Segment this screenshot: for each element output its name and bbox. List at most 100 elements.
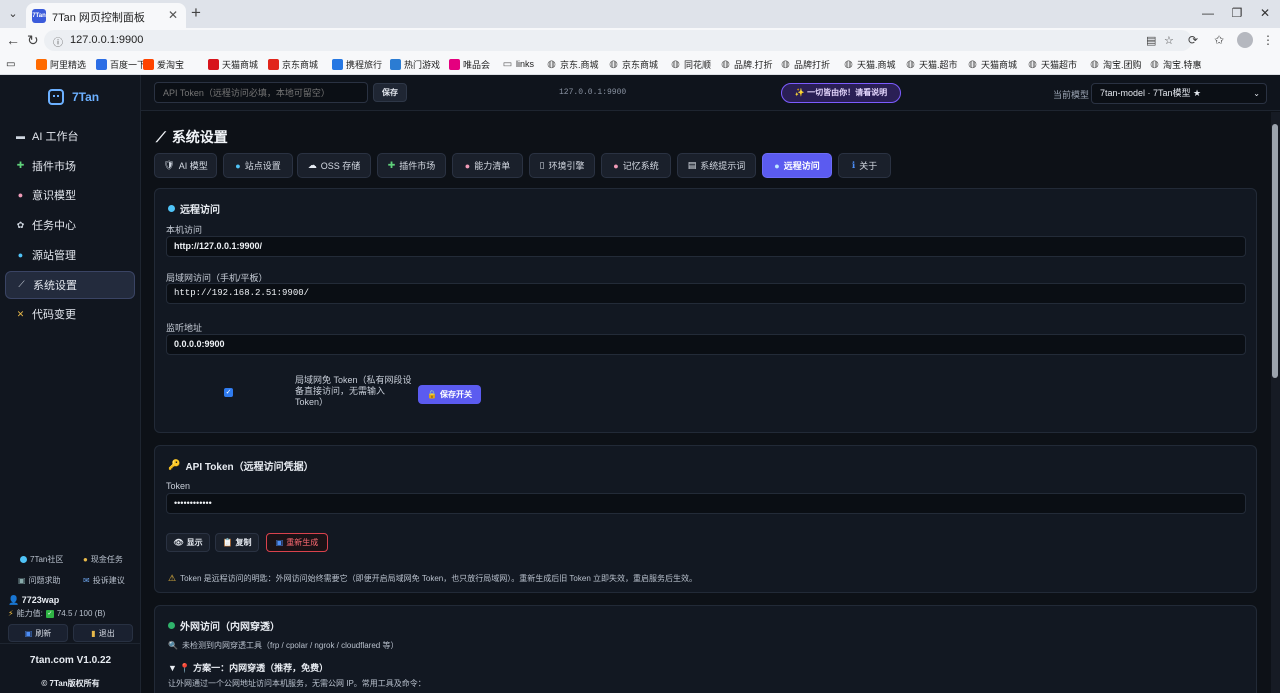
bookmark-item[interactable]: ◍ 天猫超市 <box>1027 57 1077 71</box>
bookmark-item[interactable]: ◍ 淘宝.团购 <box>1089 57 1141 71</box>
tab-1[interactable]: ● 站点设置 <box>223 153 293 178</box>
bookmark-label: 爱淘宝 <box>157 59 185 70</box>
url-bar[interactable]: ⓘ 127.0.0.1:9900 ▤ ☆ <box>44 30 1192 51</box>
bookmark-item[interactable]: 热门游戏 <box>390 57 440 71</box>
door-icon: ▮ <box>91 628 96 638</box>
model-select[interactable]: 7tan-model · 7Tan模型 ★ ⌄ <box>1091 83 1267 104</box>
local-access-field[interactable]: http://127.0.0.1:9900/ <box>166 236 1246 257</box>
bookmark-item[interactable]: 京东商城 <box>268 57 318 71</box>
bookmark-item[interactable]: 天猫商城 <box>208 57 258 71</box>
extensions-icon[interactable]: ⟳ <box>1188 33 1198 47</box>
bookmarks-bar: ▭ 阿里精选 百度一下 爱淘宝 天猫商城 京东商城 携程旅行 热门游戏 唯品会 ▭ links ◍ 京… <box>0 53 1280 75</box>
token-save-button[interactable]: 保存 <box>373 83 407 102</box>
tab-list-chevron-icon[interactable]: ⌄ <box>4 5 22 23</box>
tab-6[interactable]: ● 记忆系统 <box>601 153 671 178</box>
user-name-text: 7723wap <box>21 595 60 605</box>
globe-icon: ◍ <box>671 58 680 70</box>
save-switch-button[interactable]: 🔒 保存开关 <box>418 385 481 404</box>
listen-address-field[interactable]: 0.0.0.0:9900 <box>166 334 1246 355</box>
api-token-input[interactable] <box>154 82 368 103</box>
reader-mode-icon[interactable]: ▤ <box>1146 34 1156 47</box>
help-label: 问题求助 <box>28 576 61 585</box>
site-info-icon[interactable]: ⓘ <box>53 34 63 49</box>
back-arrow-icon[interactable]: ← <box>6 32 20 48</box>
tab-0[interactable]: 🛡 AI 模型 <box>154 153 217 178</box>
favorites-icon[interactable]: ✩ <box>1214 33 1224 47</box>
sidebar-item-label: 意识模型 <box>32 190 76 203</box>
globe-icon: ◍ <box>1028 58 1037 70</box>
bounty-link[interactable]: ● 现金任务 <box>83 554 123 565</box>
tab-label: 能力清单 <box>474 161 511 171</box>
help-link[interactable]: ▣ 问题求助 <box>18 575 61 586</box>
tab-label: 插件市场 <box>399 161 436 171</box>
bookmark-item[interactable]: 携程旅行 <box>332 57 382 71</box>
tunnel-plan-toggle[interactable]: ▼ 📍 方案一：内网穿透（推荐，免费） <box>168 661 328 674</box>
tab-label: AI 模型 <box>178 161 208 171</box>
lan-free-token-checkbox[interactable]: ✓ <box>224 388 233 397</box>
tab-close-icon[interactable]: ✕ <box>168 8 178 22</box>
copy-token-button[interactable]: 📋 复制 <box>215 533 259 552</box>
feedback-link[interactable]: ✉ 投诉建议 <box>83 575 125 586</box>
tab-4[interactable]: ● 能力清单 <box>452 153 523 178</box>
sidebar-item-0[interactable]: ▬ AI 工作台 <box>5 122 135 150</box>
show-token-button[interactable]: 👁 显示 <box>166 533 210 552</box>
globe-icon: ◍ <box>906 58 915 70</box>
bookmarks-toggle-icon[interactable]: ▭ <box>6 57 15 71</box>
bookmark-label: 天猫.超市 <box>919 59 958 70</box>
bookmark-item[interactable]: ◍ 天猫商城 <box>967 57 1017 71</box>
bookmark-item[interactable]: ◍ 天猫.商城 <box>843 57 895 71</box>
globe-icon: ◍ <box>609 58 618 70</box>
bookmark-item[interactable]: 爱淘宝 <box>143 57 184 71</box>
tab-2[interactable]: ☁ OSS 存储 <box>297 153 371 178</box>
tab-7[interactable]: ▤ 系统提示词 <box>677 153 756 178</box>
mail-icon: ✉ <box>83 576 90 585</box>
ability-score: ⚡ 能力值: ✓ 74.5 / 100 (B) <box>8 608 105 619</box>
guide-pill-button[interactable]: ✨ 一切皆由你！请看说明 <box>781 83 901 103</box>
globe-icon: ● <box>17 249 24 260</box>
profile-avatar[interactable] <box>1237 32 1253 48</box>
globe-icon: ◍ <box>1090 58 1099 70</box>
ability-label: 能力值: <box>16 609 43 618</box>
sidebar-item-1[interactable]: ✚ 插件市场 <box>5 152 135 180</box>
restore-icon[interactable]: ❐ <box>1229 6 1245 20</box>
bookmark-item[interactable]: ◍ 天猫.超市 <box>905 57 958 71</box>
sidebar-item-6[interactable]: ✕ 代码变更 <box>5 300 135 328</box>
bookmark-item[interactable]: ◍ 京东.商城 <box>546 57 598 71</box>
bookmark-item[interactable]: ◍ 京东商城 <box>608 57 658 71</box>
window-close-icon[interactable]: ✕ <box>1257 6 1273 20</box>
tab-5[interactable]: ▯ 环境引擎 <box>529 153 595 178</box>
sidebar-item-2[interactable]: ● 意识模型 <box>5 181 135 209</box>
new-tab-plus-icon[interactable]: + <box>191 4 201 22</box>
community-link[interactable]: 7Tan社区 <box>20 554 63 565</box>
scrollbar-thumb[interactable] <box>1272 124 1278 378</box>
bookmark-item[interactable]: 百度一下 <box>96 57 146 71</box>
bookmark-star-icon[interactable]: ☆ <box>1164 34 1174 47</box>
tab-8[interactable]: ● 远程访问 <box>762 153 832 178</box>
bookmark-item[interactable]: ▭ links <box>502 57 534 71</box>
bookmark-item[interactable]: ◍ 品牌.打折 <box>720 57 772 71</box>
sidebar-item-5[interactable]: ⟋ 系统设置 <box>5 270 135 299</box>
logout-button[interactable]: ▮ 退出 <box>73 624 133 642</box>
tab-label: 远程访问 <box>783 161 820 171</box>
bookmark-item[interactable]: ◍ 同花顺 <box>670 57 711 71</box>
more-menu-icon[interactable]: ⋮ <box>1262 33 1274 47</box>
bookmark-item[interactable]: ◍ 淘宝.特惠 <box>1149 57 1201 71</box>
brain-icon: ● <box>613 160 619 171</box>
sidebar-item-4[interactable]: ● 源站管理 <box>5 241 135 269</box>
sidebar-item-3[interactable]: ✿ 任务中心 <box>5 211 135 239</box>
tab-3[interactable]: ✚ 插件市场 <box>377 153 446 178</box>
lan-access-field[interactable]: http://192.168.2.51:9900/ <box>166 283 1246 304</box>
bookmark-item[interactable]: ◍ 品牌打折 <box>780 57 830 71</box>
refresh-button[interactable]: ▣ 刷新 <box>8 624 68 642</box>
regenerate-token-button[interactable]: ▣ 重新生成 <box>266 533 328 552</box>
tab-9[interactable]: ℹ 关于 <box>838 153 891 178</box>
logo[interactable]: 7Tan <box>48 89 99 105</box>
minimize-icon[interactable]: — <box>1200 6 1216 20</box>
globe-icon: ◍ <box>844 58 853 70</box>
reload-icon[interactable]: ↻ <box>27 32 39 48</box>
browser-tab[interactable]: 7Tan 7Tan 网页控制面板 ✕ <box>26 3 186 28</box>
bookmark-item[interactable]: 唯品会 <box>449 57 490 71</box>
token-field[interactable]: •••••••••••• <box>166 493 1246 514</box>
tunnel-detect-text: 🔍 未检测到内网穿透工具（frp / cpolar / ngrok / cloud… <box>168 640 398 651</box>
bookmark-item[interactable]: 阿里精选 <box>36 57 86 71</box>
